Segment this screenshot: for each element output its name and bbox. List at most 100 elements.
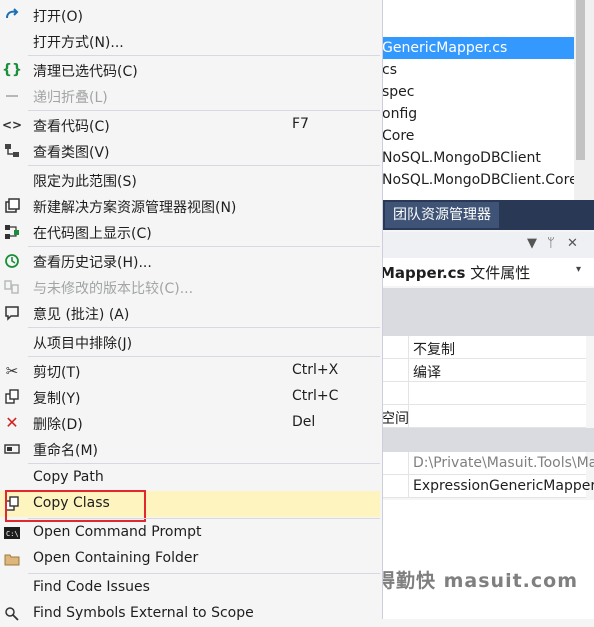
menu-item-cleanup-code[interactable]: {} 清理已选代码(C): [0, 57, 380, 83]
new-view-icon: [3, 197, 21, 215]
menu-item-label: 递归折叠(L): [33, 90, 108, 106]
tree-row[interactable]: onfig: [380, 103, 574, 125]
menu-shortcut: F7: [292, 116, 309, 132]
menu-item-label: Copy Path: [33, 469, 104, 485]
menu-item-label: 重命名(M): [33, 443, 99, 459]
tree-row[interactable]: spec: [380, 81, 574, 103]
menu-item-label: 限定为此范围(S): [33, 174, 137, 190]
close-icon[interactable]: ✕: [567, 236, 578, 251]
watermark: 懒得勤快 masuit.com: [356, 570, 578, 592]
solution-explorer-tree: GenericMapper.cs cs spec onfig Core NoSQ…: [380, 0, 574, 200]
menu-item-compare-unmodified[interactable]: 与未修改的版本比较(C)...: [0, 274, 380, 300]
menu-item-label: 清理已选代码(C): [33, 64, 138, 80]
svg-text:C:\: C:\: [6, 530, 19, 538]
menu-item-annotate[interactable]: 意见 (批注) (A): [0, 300, 380, 326]
cleanup-braces-icon: {}: [2, 62, 22, 78]
menu-shortcut: Ctrl+X: [292, 362, 339, 378]
properties-header: [380, 232, 594, 258]
property-row[interactable]: [380, 405, 586, 428]
tree-row[interactable]: NoSQL.MongoDBClient.Core: [380, 169, 574, 191]
property-row[interactable]: [380, 359, 586, 382]
delete-icon: ✕: [5, 413, 19, 432]
context-menu: 打开(O) 打开方式(N)... {} 清理已选代码(C) 递归折叠(L) <>…: [0, 0, 383, 621]
tree-row-label: onfig: [382, 106, 418, 122]
menu-item-label: 打开方式(N)...: [33, 35, 124, 51]
menu-item-exclude-from-project[interactable]: 从项目中排除(J): [0, 329, 380, 355]
menu-item-open-containing-folder[interactable]: Open Containing Folder: [0, 546, 380, 572]
menu-item-cut[interactable]: ✂ 剪切(T) Ctrl+X: [0, 358, 380, 384]
command-prompt-icon: C:\: [3, 524, 21, 542]
menu-item-label: Find Code Issues: [33, 579, 150, 595]
tree-row-label: Core: [382, 128, 415, 144]
properties-title-suffix: 文件属性: [465, 264, 531, 282]
find-symbols-icon: [3, 605, 21, 623]
property-value-path: D:\Private\Masuit.Tools\Ma: [413, 455, 594, 471]
pin-icon[interactable]: ᛘ: [547, 236, 555, 251]
menu-item-label: Open Command Prompt: [33, 524, 202, 540]
menu-item-label: Open Containing Folder: [33, 550, 199, 566]
properties-category: [380, 428, 594, 452]
menu-item-copy[interactable]: 复制(Y) Ctrl+C: [0, 384, 380, 410]
properties-title-file: Mapper.cs: [380, 264, 466, 282]
menu-separator: [28, 55, 380, 56]
menu-shortcut: Del: [292, 414, 316, 430]
properties-title: Mapper.cs 文件属性: [380, 262, 530, 283]
folder-icon: [3, 550, 21, 568]
property-column-divider: [408, 452, 409, 498]
comment-icon: [3, 304, 21, 322]
menu-item-scope-to-this[interactable]: 限定为此范围(S): [0, 167, 380, 193]
window-menu-icon[interactable]: ▼: [527, 236, 537, 251]
menu-separator: [28, 110, 380, 111]
tree-row-label: NoSQL.MongoDBClient: [382, 150, 541, 166]
menu-item-open-with[interactable]: 打开方式(N)...: [0, 28, 380, 54]
menu-separator: [28, 356, 380, 357]
menu-shortcut: Ctrl+C: [292, 388, 339, 404]
cut-icon: ✂: [5, 362, 19, 380]
menu-separator: [28, 246, 380, 247]
menu-separator: [28, 573, 380, 574]
menu-item-find-code-issues[interactable]: Find Code Issues: [0, 575, 380, 601]
tree-row[interactable]: Core: [380, 125, 574, 147]
menu-separator: [28, 518, 380, 519]
property-value-filename: ExpressionGenericMapper.: [413, 478, 594, 494]
menu-item-label: 打开(O): [33, 9, 83, 25]
history-icon: [3, 252, 21, 270]
menu-separator: [28, 463, 380, 464]
menu-item-rename[interactable]: 重命名(M): [0, 436, 380, 462]
menu-item-label: 删除(D): [33, 417, 83, 433]
view-code-icon: <>: [1, 118, 23, 132]
menu-item-label: 剪切(T): [33, 365, 81, 381]
tree-scrollbar-thumb[interactable]: [576, 0, 585, 160]
rename-icon: [3, 440, 21, 458]
property-row[interactable]: [380, 336, 586, 359]
menu-item-copy-path[interactable]: Copy Path: [0, 465, 380, 491]
chevron-down-icon[interactable]: ▾: [576, 264, 581, 275]
menu-item-open-command-prompt[interactable]: C:\ Open Command Prompt: [0, 520, 380, 546]
compare-icon: [3, 278, 21, 296]
menu-item-label: 在代码图上显示(C): [33, 226, 152, 242]
class-diagram-icon: [3, 142, 21, 160]
menu-item-view-code[interactable]: <> 查看代码(C) F7: [0, 112, 380, 138]
menu-item-label: 查看类图(V): [33, 145, 110, 161]
property-row[interactable]: [380, 382, 586, 405]
property-value-copy: 不复制: [413, 342, 455, 358]
tree-row[interactable]: [380, 0, 574, 22]
menu-item-open[interactable]: 打开(O): [0, 2, 380, 28]
menu-item-find-symbols-external[interactable]: Find Symbols External to Scope: [0, 601, 380, 627]
tab-team-explorer[interactable]: 团队资源管理器: [385, 202, 499, 228]
menu-item-show-on-code-map[interactable]: 在代码图上显示(C): [0, 219, 380, 245]
properties-category: [380, 312, 594, 336]
tree-row[interactable]: NoSQL.MongoDBClient: [380, 147, 574, 169]
tree-row-label: spec: [382, 84, 415, 100]
property-name-namespace: 空间: [381, 411, 409, 427]
tree-row-label: GenericMapper.cs: [382, 40, 508, 56]
tree-row[interactable]: cs: [380, 59, 574, 81]
menu-item-new-explorer-view[interactable]: 新建解决方案资源管理器视图(N): [0, 193, 380, 219]
menu-item-view-history[interactable]: 查看历史记录(H)...: [0, 248, 380, 274]
tree-row-selected[interactable]: GenericMapper.cs: [380, 37, 574, 59]
menu-separator: [28, 165, 380, 166]
menu-item-delete[interactable]: ✕ 删除(D) Del: [0, 410, 380, 436]
menu-item-collapse-recursively[interactable]: 递归折叠(L): [0, 83, 380, 109]
menu-item-view-class-diagram[interactable]: 查看类图(V): [0, 138, 380, 164]
properties-toolbar: [380, 288, 594, 312]
